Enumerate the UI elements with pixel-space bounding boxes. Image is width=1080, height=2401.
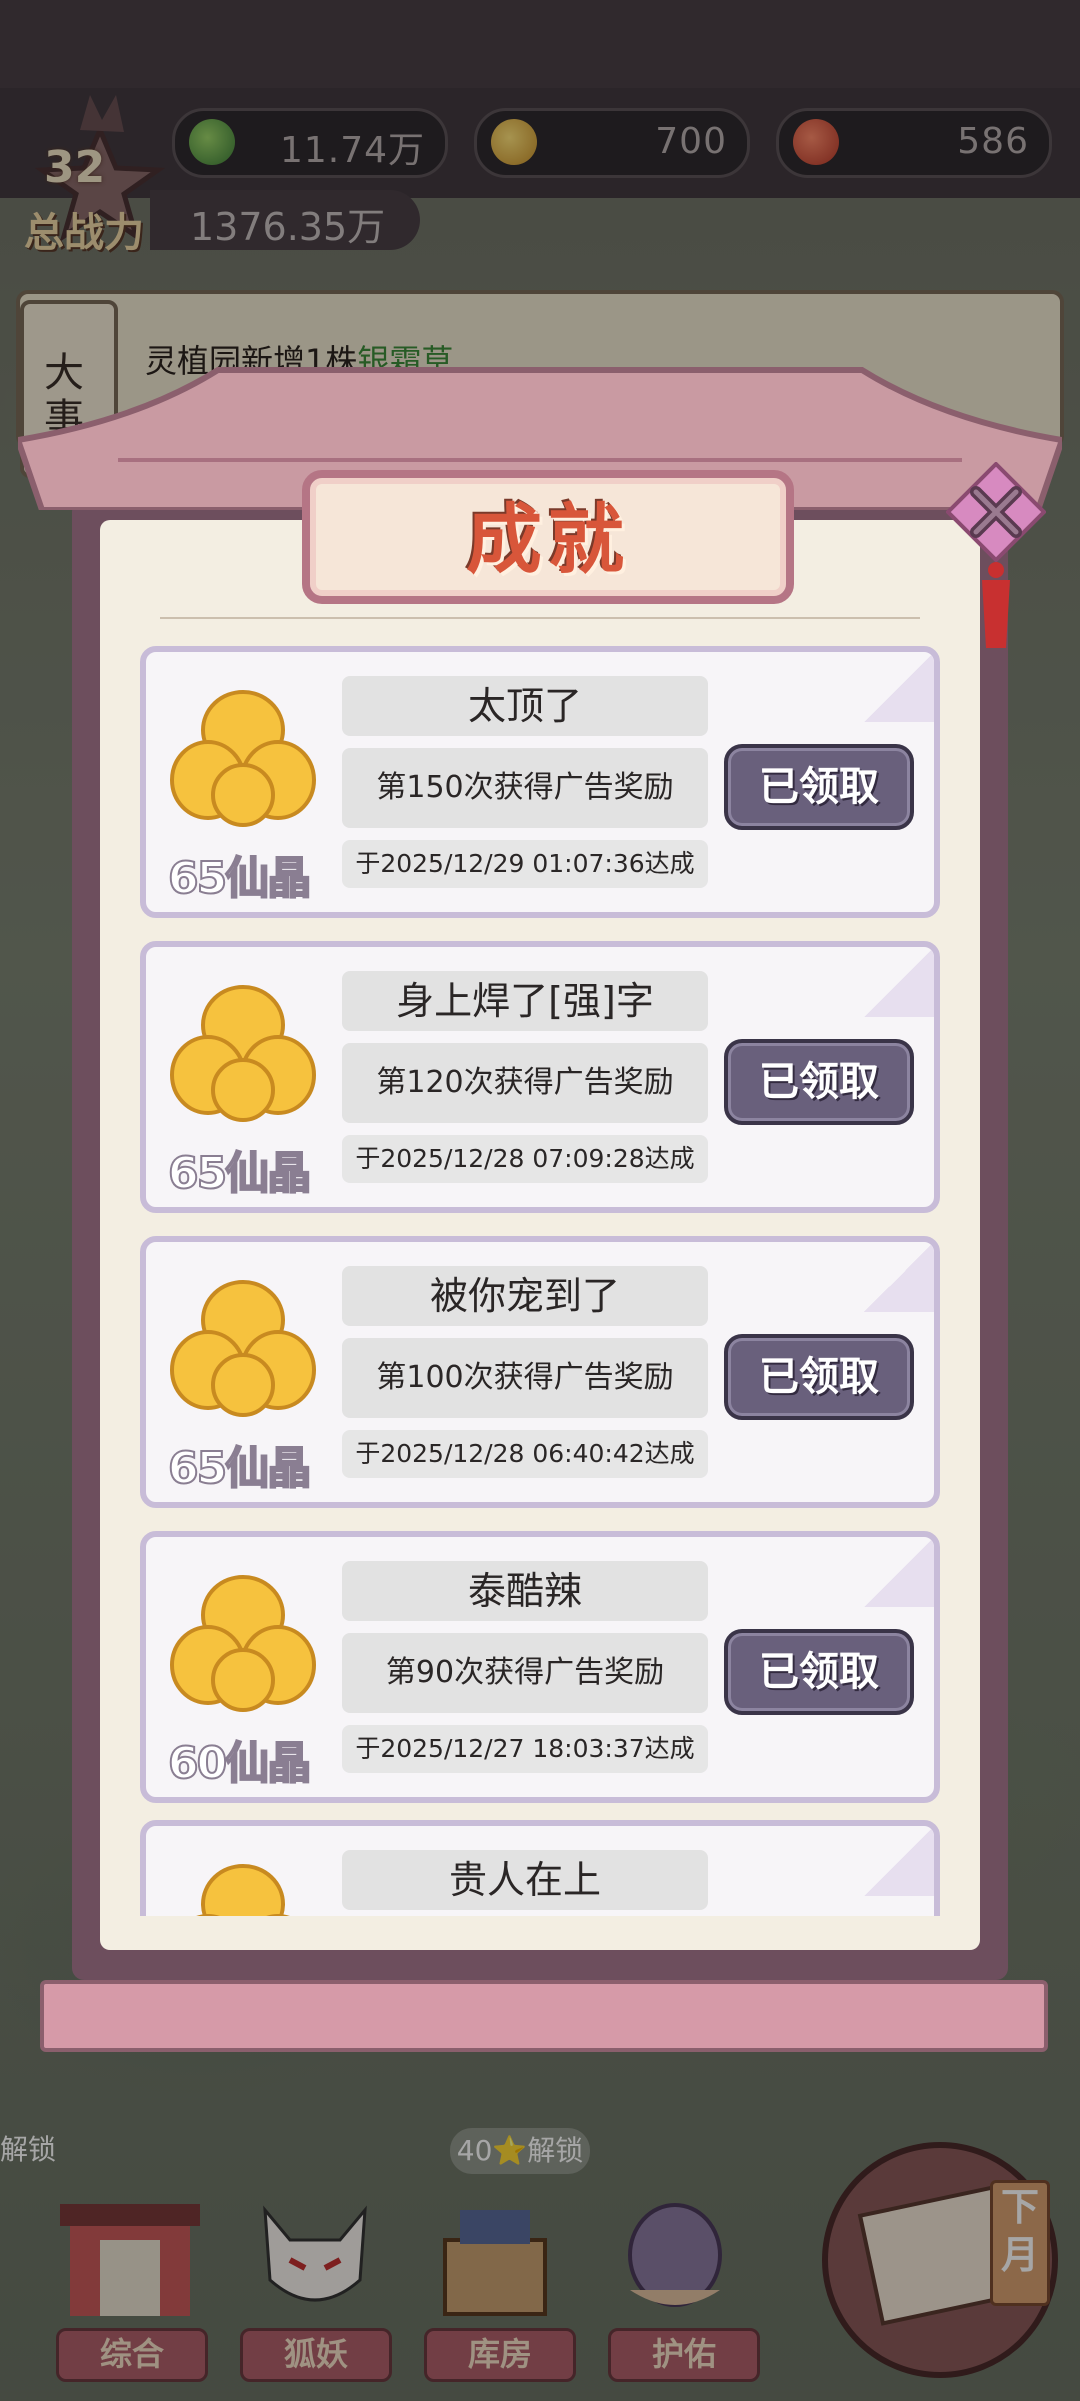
achievement-name: 泰酷辣 xyxy=(342,1561,708,1621)
achievement-name: 身上焊了[强]字 xyxy=(342,971,708,1031)
claimed-button[interactable]: 已领取 xyxy=(724,1039,914,1125)
achievement-card: 65仙晶 身上焊了[强]字 第120次获得广告奖励 于2025/12/28 07… xyxy=(140,941,940,1213)
close-x-icon[interactable] xyxy=(946,462,1046,562)
claimed-button[interactable]: 已领取 xyxy=(724,744,914,830)
achievement-desc: 第100次获得广告奖励 xyxy=(342,1338,708,1418)
achievement-desc: 第120次获得广告奖励 xyxy=(342,1043,708,1123)
spirit-crystal-icon xyxy=(170,690,316,827)
dialog-bottom-beam xyxy=(40,1980,1048,2052)
achievement-name: 太顶了 xyxy=(342,676,708,736)
reward-amount: 65仙晶 xyxy=(167,852,312,905)
achievement-card: 65仙晶 太顶了 第150次获得广告奖励 于2025/12/29 01:07:3… xyxy=(140,646,940,918)
spirit-crystal-icon xyxy=(170,1280,316,1417)
achievement-time: 于2025/12/27 18:03:37达成 xyxy=(342,1725,708,1773)
achievement-time: 于2025/12/29 01:07:36达成 xyxy=(342,840,708,888)
claimed-button[interactable]: 已领取 xyxy=(724,1629,914,1715)
reward-amount: 65仙晶 xyxy=(167,1147,312,1200)
achievement-card: 60仙晶 泰酷辣 第90次获得广告奖励 于2025/12/27 18:03:37… xyxy=(140,1531,940,1803)
dialog-title: 成就 xyxy=(466,495,630,584)
achievement-desc: 第150次获得广告奖励 xyxy=(342,748,708,828)
achievement-card: 贵人在上 xyxy=(140,1820,940,1916)
spirit-crystal-icon xyxy=(170,985,316,1122)
achievement-card: 65仙晶 被你宠到了 第100次获得广告奖励 于2025/12/28 06:40… xyxy=(140,1236,940,1508)
achievement-name: 被你宠到了 xyxy=(342,1266,708,1326)
reward-amount: 65仙晶 xyxy=(167,1442,312,1495)
reward-amount: 60仙晶 xyxy=(167,1737,312,1790)
achievement-time: 于2025/12/28 07:09:28达成 xyxy=(342,1135,708,1183)
spirit-crystal-icon xyxy=(196,1864,290,1916)
spirit-crystal-icon xyxy=(170,1575,316,1712)
title-divider xyxy=(160,617,920,619)
red-tassel-icon xyxy=(982,562,1010,648)
achievement-time: 于2025/12/28 06:40:42达成 xyxy=(342,1430,708,1478)
claimed-button[interactable]: 已领取 xyxy=(724,1334,914,1420)
achievement-card-partial: 贵人在上 xyxy=(140,1820,940,1916)
achievement-name: 贵人在上 xyxy=(342,1850,708,1910)
achievement-desc: 第90次获得广告奖励 xyxy=(342,1633,708,1713)
